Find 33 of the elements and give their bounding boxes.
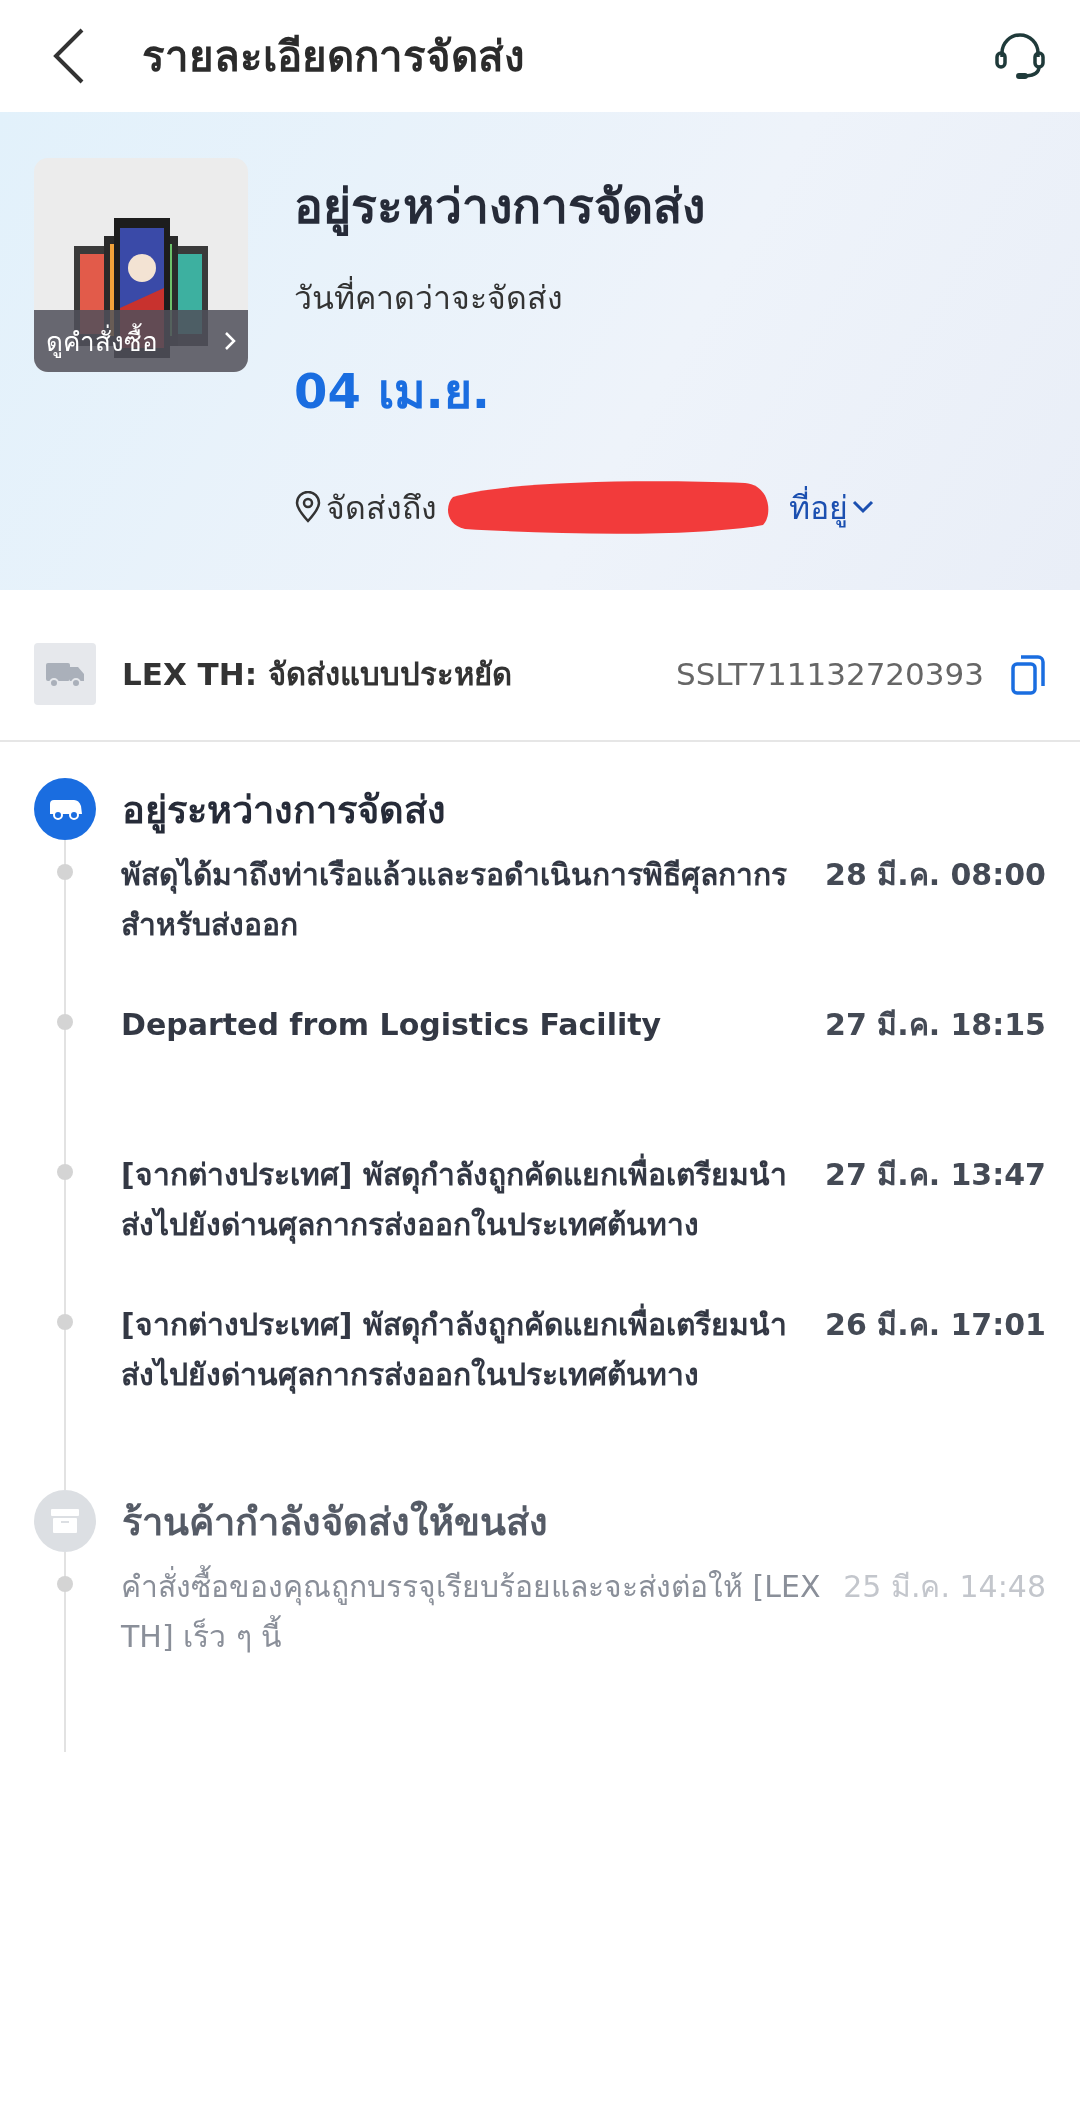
event-time: 28 มี.ค. 08:00 (825, 856, 1046, 894)
ship-to-label: จัดส่งถึง (326, 487, 437, 529)
chevron-right-icon (224, 331, 236, 351)
event-description: คำสั่งซื้อของคุณถูกบรรจุเรียบร้อยและจะส่งต่อให้ [LEX TH] เร็ว ๆ นี้ (121, 1562, 844, 1662)
timeline-dot (57, 1164, 73, 1180)
chevron-down-icon (852, 500, 874, 514)
event-time: 27 มี.ค. 13:47 (825, 1156, 1046, 1194)
timeline-dot (57, 1576, 73, 1592)
headset-icon[interactable] (994, 31, 1046, 81)
event-time: 26 มี.ค. 17:01 (825, 1306, 1046, 1344)
tracking-number: SSLT711132720393 (676, 656, 984, 692)
page-title: รายละเอียดการจัดส่ง (142, 31, 526, 83)
status-heading: ร้านค้ากำลังจัดส่งให้ขนส่ง (122, 1498, 548, 1546)
timeline-dot (57, 1314, 73, 1330)
timeline-dot (57, 864, 73, 880)
carrier-name: LEX TH: จัดส่งแบบประหยัด (122, 655, 513, 694)
event-description: พัสดุได้มาถึงท่าเรือแล้วและรอดำเนินการพิธีศุลกากรสำหรับส่งออก (121, 856, 788, 944)
event-time: 27 มี.ค. 18:15 (825, 1006, 1046, 1044)
location-pin-icon (294, 491, 322, 523)
copy-icon[interactable] (1010, 652, 1046, 696)
shipping-status: อยู่ระหว่างการจัดส่ง (294, 177, 706, 238)
view-order-button[interactable]: ดูคำสั่งซื้อ (34, 310, 248, 372)
event-time: 25 มี.ค. 14:48 (843, 1568, 1046, 1606)
timeline-dot (57, 1014, 73, 1030)
address-link[interactable]: ที่อยู่ (789, 481, 874, 533)
eta-label: วันที่คาดว่าจะจัดส่ง (294, 272, 874, 323)
event-description: [จากต่างประเทศ] พัสดุกำลังถูกคัดแยกเพื่อเตรียมนำส่งไปยังด่านศุลกากรส่งออกในประเทศต้นทาง (121, 1300, 826, 1400)
truck-icon (34, 643, 96, 705)
event-description: [จากต่างประเทศ] พัสดุกำลังถูกคัดแยกเพื่อเตรียมนำส่งไปยังด่านศุลกากรส่งออกในประเทศต้นทาง (121, 1150, 826, 1250)
status-heading: อยู่ระหว่างการจัดส่ง (122, 786, 446, 836)
event-description: Departed from Logistics Facility (121, 1006, 663, 1044)
eta-date: 04 เม.ย. (294, 362, 491, 421)
back-icon[interactable] (52, 27, 86, 85)
